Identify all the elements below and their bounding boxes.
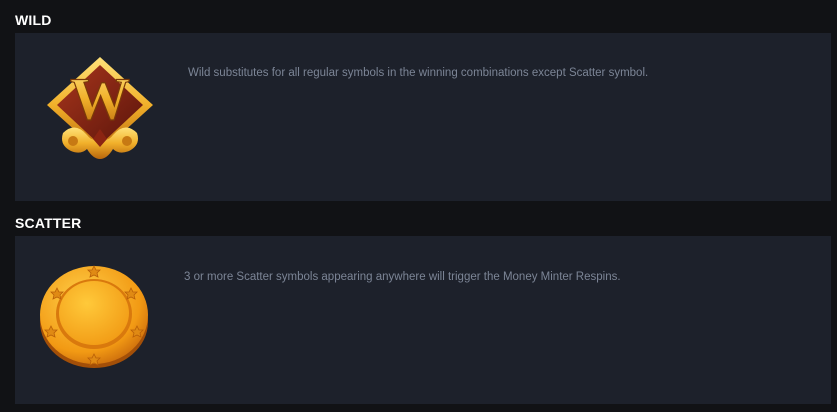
paytable-page: WILD W Wild substitutes for all regular … — [0, 0, 837, 412]
scatter-panel: 3 or more Scatter symbols appearing anyw… — [15, 236, 831, 404]
wild-section-title: WILD — [15, 12, 52, 28]
wild-letter: W — [70, 66, 130, 132]
wild-w-emblem-icon: W — [47, 57, 153, 159]
scatter-description: 3 or more Scatter symbols appearing anyw… — [184, 271, 621, 283]
wild-description: Wild substitutes for all regular symbols… — [188, 67, 649, 79]
wild-panel: W Wild substitutes for all regular symbo… — [15, 33, 831, 201]
gold-coin-icon — [40, 265, 148, 368]
scatter-section-title: SCATTER — [15, 215, 82, 231]
